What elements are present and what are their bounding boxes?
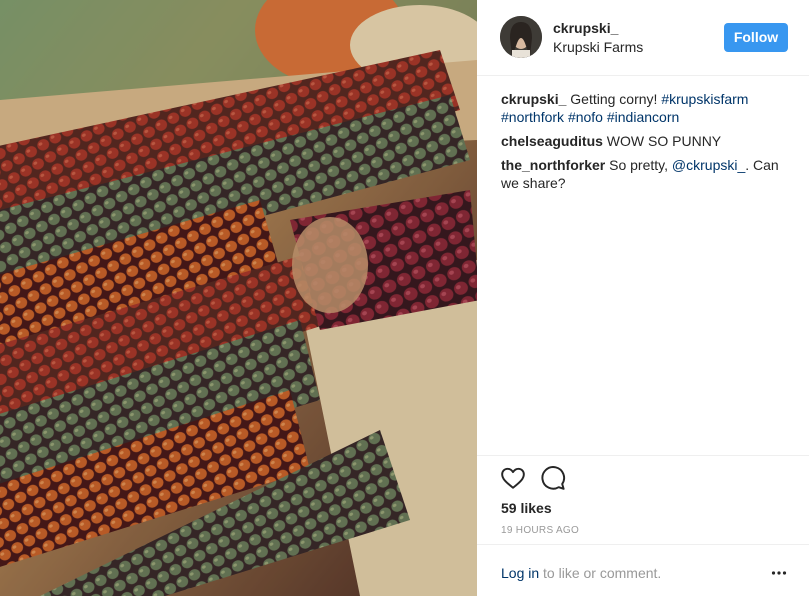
post-photo-indian-corn[interactable] (0, 0, 477, 596)
header-location[interactable]: Krupski Farms (553, 39, 643, 55)
comment-caption: ckrupski_ Getting corny! #krupskisfarm #… (501, 90, 793, 126)
comment-username[interactable]: ckrupski_ (501, 91, 566, 107)
hashtag-link[interactable]: #northfork (501, 109, 564, 125)
header-username[interactable]: ckrupski_ (553, 20, 618, 36)
mention-link[interactable]: @ckrupski_ (672, 157, 745, 173)
like-count[interactable]: 59 likes (501, 500, 552, 516)
comment-text: Getting corny! (566, 91, 662, 107)
post-actions: 59 likes 19 HOURS AGO (477, 455, 809, 545)
hashtag-link[interactable]: #indiancorn (607, 109, 679, 125)
follow-button[interactable]: Follow (724, 23, 788, 52)
comments-list: ckrupski_ Getting corny! #krupskisfarm #… (501, 90, 793, 198)
avatar[interactable] (500, 16, 542, 58)
login-prompt: Log in to like or comment. (501, 565, 661, 581)
speech-bubble-icon[interactable] (540, 465, 566, 491)
comment-username[interactable]: the_northforker (501, 157, 605, 173)
corn-photo-illustration (0, 0, 477, 596)
hashtag-link[interactable]: #nofo (568, 109, 603, 125)
ellipsis-icon[interactable] (771, 565, 787, 581)
heart-icon[interactable] (500, 465, 526, 491)
hashtag-link[interactable]: #krupskisfarm (661, 91, 748, 107)
login-prompt-text: to like or comment. (539, 565, 662, 581)
comment-text: WOW SO PUNNY (602, 133, 722, 149)
comment-username[interactable]: chelseaguditus (501, 133, 603, 149)
instagram-post: ckrupski_ Krupski Farms Follow ckrupski_… (0, 0, 809, 596)
comment-item: the_northforker So pretty, @ckrupski_. C… (501, 156, 793, 192)
login-link[interactable]: Log in (501, 565, 539, 581)
post-side-panel: ckrupski_ Krupski Farms Follow ckrupski_… (477, 0, 809, 596)
post-header: ckrupski_ Krupski Farms Follow (477, 0, 809, 76)
post-footer: Log in to like or comment. (477, 544, 809, 596)
comment-item: chelseaguditus WOW SO PUNNY (501, 132, 793, 150)
avatar-image (500, 16, 542, 58)
post-timestamp[interactable]: 19 HOURS AGO (501, 525, 579, 536)
comment-text: So pretty, (605, 157, 672, 173)
